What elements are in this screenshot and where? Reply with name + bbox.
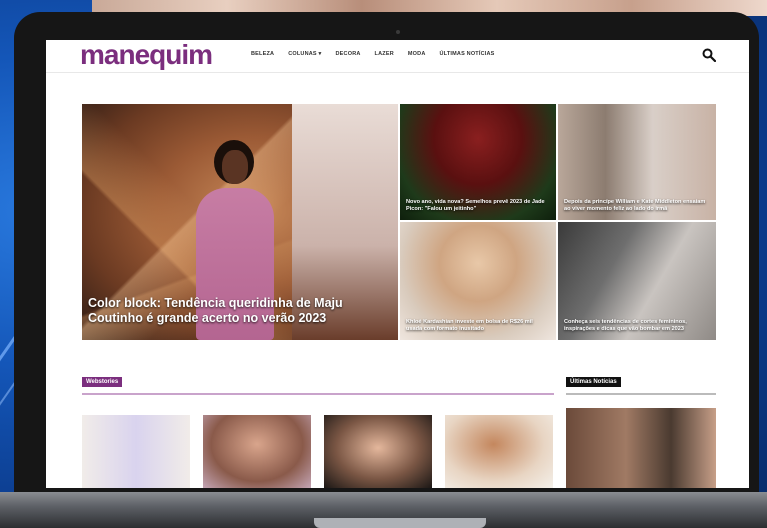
featured-tile-2[interactable]: Depois da princípe William e Kate Middle… — [558, 104, 716, 220]
site-logo[interactable]: manequim — [80, 40, 213, 70]
camera-dot — [396, 30, 400, 34]
nav-item-decora[interactable]: DECORA — [336, 51, 361, 57]
tile-caption: Novo ano, vida nova? Semelhos prevê 2023… — [406, 199, 545, 212]
featured-main[interactable]: Color block: Tendência queridinha de Maj… — [82, 104, 398, 340]
main-nav: BELEZA COLUNAS ▾ DECORA LAZER MODA ÚLTIM… — [251, 51, 495, 57]
nav-item-ultimas[interactable]: ÚLTIMAS NOTÍCIAS — [440, 51, 495, 57]
face — [222, 150, 248, 184]
laptop-screen: manequim BELEZA COLUNAS ▾ DECORA LAZER M… — [46, 40, 749, 488]
ultimas-noticias-card[interactable] — [566, 408, 716, 488]
nav-item-colunas[interactable]: COLUNAS ▾ — [288, 51, 321, 57]
nav-item-moda[interactable]: MODA — [408, 51, 426, 57]
tile-caption: Conheça seis tendências de cortes femini… — [564, 319, 687, 332]
nav-item-beleza[interactable]: BELEZA — [251, 51, 274, 57]
tile-caption: Depois da princípe William e Kate Middle… — [564, 199, 706, 212]
webstory-card[interactable] — [445, 415, 553, 488]
featured-tile-4[interactable]: Conheça seis tendências de cortes femini… — [558, 222, 716, 340]
laptop-notch — [314, 518, 486, 528]
featured-tile-1[interactable]: Novo ano, vida nova? Semelhos prevê 2023… — [400, 104, 556, 220]
webstory-card[interactable] — [203, 415, 311, 488]
site-header: manequim BELEZA COLUNAS ▾ DECORA LAZER M… — [46, 40, 749, 73]
tile-caption: Khloé Kardashian investe em bolsa de R$2… — [406, 319, 533, 332]
section-divider — [82, 393, 554, 395]
featured-tile-3[interactable]: Khloé Kardashian investe em bolsa de R$2… — [400, 222, 556, 340]
webstories-tag[interactable]: Webstories — [82, 377, 123, 387]
section-divider — [566, 393, 716, 395]
webstory-card[interactable] — [82, 415, 190, 488]
ultimas-noticias-tag[interactable]: Últimas Notícias — [566, 377, 621, 387]
search-icon[interactable] — [702, 48, 716, 62]
webstory-card[interactable] — [324, 415, 432, 488]
featured-main-caption: Color block: Tendência queridinha de Maj… — [88, 296, 343, 325]
nav-item-lazer[interactable]: LAZER — [375, 51, 394, 57]
